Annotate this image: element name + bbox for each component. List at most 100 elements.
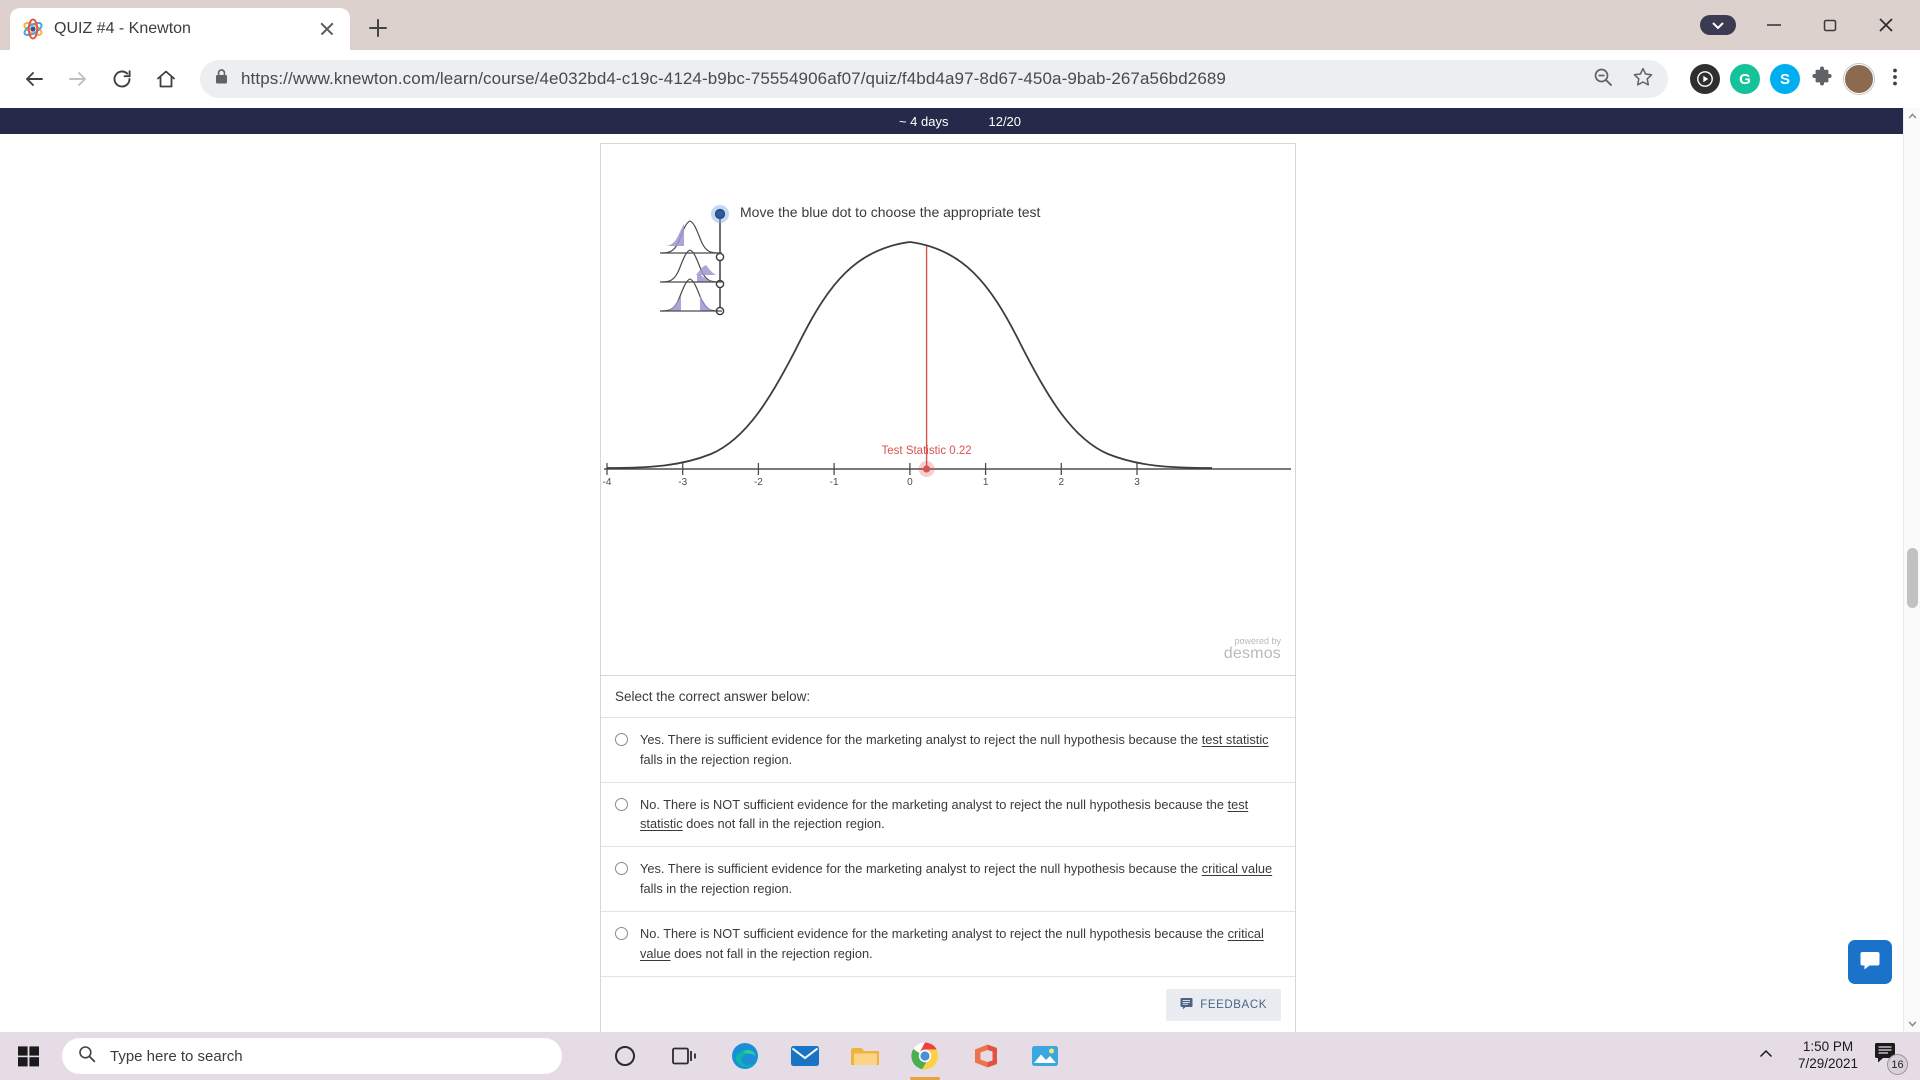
google-chrome-icon[interactable]	[906, 1037, 944, 1080]
cortana-icon[interactable]	[606, 1037, 644, 1075]
svg-text:1: 1	[983, 477, 989, 488]
task-view-icon[interactable]	[666, 1037, 704, 1075]
feedback-button[interactable]: FEEDBACK	[1166, 988, 1281, 1021]
page-body: Move the blue dot to choose the appropri…	[0, 134, 1920, 1032]
minimize-icon[interactable]	[1746, 2, 1802, 48]
radio-button-a[interactable]	[615, 733, 628, 746]
taskbar-clock[interactable]: 1:50 PM 7/29/2021	[1798, 1039, 1858, 1073]
windows-taskbar: Type here to search 1:50 PM 7/29/2021 16	[0, 1032, 1920, 1080]
svg-text:3: 3	[1134, 477, 1140, 488]
scrollbar-thumb[interactable]	[1907, 548, 1918, 608]
feedback-message-icon	[1180, 997, 1193, 1013]
browser-tab[interactable]: QUIZ #4 - Knewton	[10, 8, 350, 50]
answer-option-b[interactable]: No. There is NOT sufficient evidence for…	[601, 783, 1295, 848]
window-close-icon[interactable]	[1858, 2, 1914, 48]
star-icon[interactable]	[1632, 66, 1654, 93]
microsoft-edge-icon[interactable]	[726, 1037, 764, 1075]
desmos-logo-text: desmos	[1223, 645, 1281, 663]
mail-icon[interactable]	[786, 1037, 824, 1075]
question-progress: 12/20	[988, 113, 1022, 129]
x-axis-tick-labels: -4 -3 -2 -1 0 1 2 3	[603, 477, 1141, 488]
desmos-watermark: powered by desmos	[1223, 636, 1281, 663]
chrome-menu-icon[interactable]	[1884, 66, 1906, 93]
file-explorer-icon[interactable]	[846, 1037, 884, 1075]
test-statistic-label: Test Statistic 0.22	[882, 445, 972, 457]
scroll-down-arrow[interactable]	[1904, 1015, 1920, 1032]
maximize-icon[interactable]	[1802, 2, 1858, 48]
quiz-progress-header: ~ 4 days 12/20	[0, 108, 1920, 134]
address-bar[interactable]: https://www.knewton.com/learn/course/4e0…	[200, 60, 1668, 98]
normal-distribution-plot[interactable]: -4 -3 -2 -1 0 1 2 3 Test Statistic 0.22	[601, 144, 1295, 675]
svg-text:-1: -1	[830, 477, 839, 488]
quiz-content-column: Move the blue dot to choose the appropri…	[588, 143, 1308, 1032]
tab-title: QUIZ #4 - Knewton	[54, 20, 191, 37]
glossary-link-critical-value[interactable]: critical value	[1202, 861, 1272, 876]
slider-stop-middle[interactable]	[715, 252, 725, 262]
lock-icon	[214, 68, 229, 90]
answer-option-c[interactable]: Yes. There is sufficient evidence for th…	[601, 847, 1295, 912]
address-bar-url: https://www.knewton.com/learn/course/4e0…	[241, 69, 1226, 88]
tab-strip: QUIZ #4 - Knewton	[0, 0, 1920, 50]
puzzle-extensions-icon[interactable]	[1810, 65, 1834, 94]
taskbar-search-input[interactable]: Type here to search	[62, 1038, 562, 1074]
windows-start-icon[interactable]	[0, 1032, 58, 1080]
radio-button-d[interactable]	[615, 926, 628, 940]
radio-button-b[interactable]	[615, 797, 628, 811]
search-icon	[78, 1045, 96, 1067]
svg-text:-2: -2	[754, 477, 763, 488]
knewton-atom-icon	[22, 18, 44, 40]
reload-icon[interactable]	[102, 59, 142, 99]
chat-widget-button[interactable]	[1848, 940, 1892, 984]
feedback-button-label: FEEDBACK	[1200, 998, 1267, 1011]
photos-icon[interactable]	[1026, 1037, 1064, 1075]
answer-card: Select the correct answer below: Yes. Th…	[600, 676, 1296, 1032]
taskbar-search-placeholder: Type here to search	[110, 1047, 243, 1065]
chevron-up-icon[interactable]	[1748, 1046, 1784, 1067]
svg-text:0: 0	[907, 477, 913, 488]
time-remaining: ~ 4 days	[898, 113, 949, 129]
answer-option-c-text: Yes. There is sufficient evidence for th…	[640, 861, 1273, 897]
extension-icons: G S	[1682, 64, 1906, 94]
back-arrow-icon[interactable]	[14, 59, 54, 99]
close-icon[interactable]	[316, 18, 338, 40]
feedback-row: FEEDBACK	[601, 977, 1295, 1032]
grammarly-extension-icon[interactable]: G	[1730, 64, 1760, 94]
clock-date: 7/29/2021	[1797, 1056, 1858, 1071]
desmos-graph-card[interactable]: Move the blue dot to choose the appropri…	[600, 143, 1296, 676]
home-icon[interactable]	[146, 59, 186, 99]
zoom-out-icon[interactable]	[1592, 66, 1614, 93]
glossary-link-test-statistic[interactable]: test statistic	[1202, 732, 1269, 747]
microsoft-office-icon[interactable]	[966, 1037, 1004, 1075]
radio-button-c[interactable]	[615, 862, 628, 876]
page-viewport: ~ 4 days 12/20 Move the blue dot to choo…	[0, 108, 1920, 1032]
svg-text:2: 2	[1059, 477, 1065, 488]
blue-draggable-dot[interactable]	[714, 208, 726, 220]
svg-text:-4: -4	[603, 477, 612, 488]
two-tailed-distribution-thumbnail[interactable]	[660, 278, 722, 312]
answer-option-d-text: No. There is NOT sufficient evidence for…	[640, 925, 1264, 961]
browser-toolbar: https://www.knewton.com/learn/course/4e0…	[0, 50, 1920, 108]
scroll-up-arrow[interactable]	[1904, 108, 1920, 125]
media-play-extension-icon[interactable]	[1690, 64, 1720, 94]
forward-arrow-icon[interactable]	[58, 59, 98, 99]
chat-bubble-icon	[1858, 948, 1882, 977]
test-statistic-point[interactable]	[923, 465, 931, 473]
right-tailed-distribution-thumbnail[interactable]	[660, 249, 722, 283]
answer-option-d[interactable]: No. There is NOT sufficient evidence for…	[601, 912, 1295, 977]
left-tailed-distribution-thumbnail[interactable]	[660, 220, 722, 254]
notification-count-badge: 16	[1887, 1054, 1908, 1075]
system-tray: 1:50 PM 7/29/2021 16	[1748, 1039, 1920, 1075]
window-controls	[1690, 0, 1920, 50]
skype-extension-icon[interactable]: S	[1770, 64, 1800, 94]
answer-option-a[interactable]: Yes. There is sufficient evidence for th…	[601, 718, 1295, 783]
taskbar-icons	[606, 1037, 1064, 1080]
notification-center-icon[interactable]: 16	[1872, 1039, 1908, 1075]
page-scrollbar[interactable]	[1903, 108, 1920, 1032]
new-tab-button[interactable]	[358, 8, 398, 48]
chevron-down-pill-icon[interactable]	[1690, 2, 1746, 48]
profile-avatar[interactable]	[1844, 64, 1874, 94]
answer-option-b-text: No. There is NOT sufficient evidence for…	[640, 796, 1249, 832]
answer-option-a-text: Yes. There is sufficient evidence for th…	[640, 732, 1269, 767]
answer-heading: Select the correct answer below:	[601, 676, 1295, 718]
clock-time: 1:50 PM	[1802, 1039, 1854, 1055]
